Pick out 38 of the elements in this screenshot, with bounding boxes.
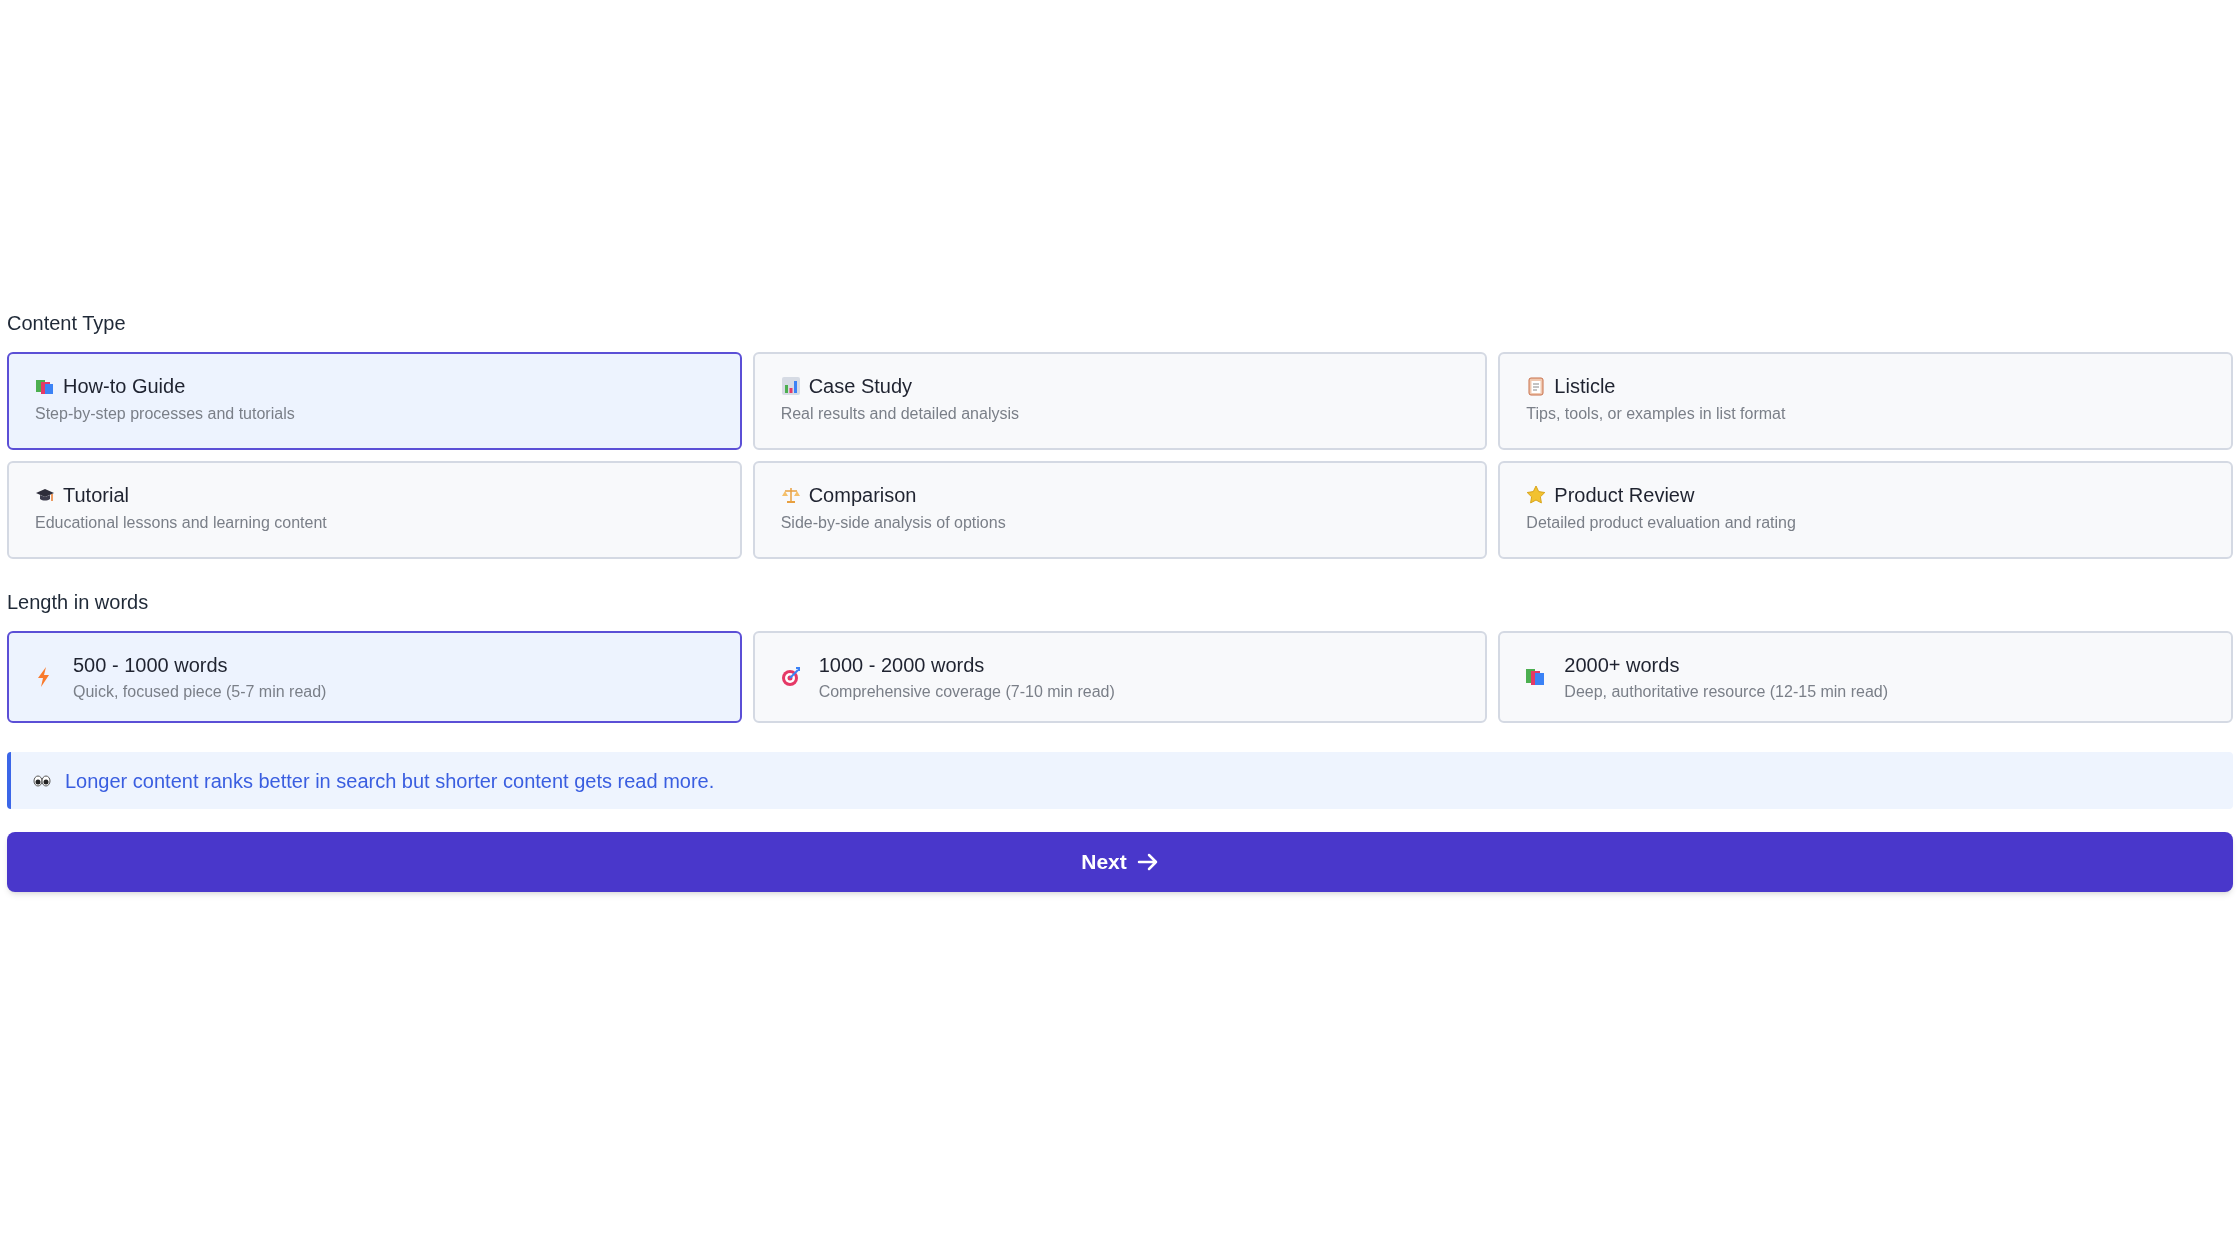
- option-description: Quick, focused piece (5-7 min read): [73, 683, 327, 700]
- balance-scale-icon: [780, 485, 801, 505]
- length-option[interactable]: 500 - 1000 words Quick, focused piece (5-7 min read): [7, 631, 742, 723]
- arrow-right-icon: [1136, 852, 1159, 872]
- content-type-option[interactable]: Comparison Side-by-side analysis of options: [752, 461, 1488, 559]
- content-type-option[interactable]: Case Study Real results and detailed analysis: [752, 352, 1488, 450]
- option-title: How-to Guide: [63, 376, 186, 396]
- option-title: 1000 - 2000 words: [818, 654, 986, 675]
- star-icon: [1526, 485, 1547, 505]
- option-title: Product Review: [1554, 485, 1695, 505]
- option-description: Educational lessons and learning content: [35, 515, 328, 531]
- option-description: Comprehensive coverage (7-10 min read): [818, 683, 1115, 700]
- option-title: Tutorial: [63, 485, 129, 505]
- books-icon: [1524, 666, 1547, 688]
- option-description: Side-by-side analysis of options: [780, 515, 1007, 531]
- option-title: 500 - 1000 words: [73, 654, 229, 675]
- option-description: Deep, authoritative resource (12-15 min read): [1564, 683, 1889, 700]
- length-option[interactable]: 2000+ words Deep, authoritative resource (12-15 min read): [1498, 631, 2233, 723]
- next-button[interactable]: Next: [7, 832, 2233, 892]
- option-title: Listicle: [1554, 376, 1616, 396]
- section-label: Content Type: [7, 311, 127, 336]
- section-label: Length in words: [7, 590, 150, 615]
- eyes-icon: [33, 773, 51, 788]
- content-type-option[interactable]: Listicle Tips, tools, or examples in list format: [1498, 352, 2233, 450]
- option-description: Tips, tools, or examples in list format: [1526, 406, 1787, 422]
- bar-chart-icon: [780, 376, 801, 396]
- option-title: Comparison: [808, 485, 917, 505]
- clipboard-icon: [1526, 376, 1547, 396]
- option-description: Step-by-step processes and tutorials: [35, 406, 296, 422]
- option-title: Case Study: [808, 376, 913, 396]
- content-type-option[interactable]: Tutorial Educational lessons and learning content: [7, 461, 742, 559]
- option-description: Real results and detailed analysis: [780, 406, 1020, 422]
- content-type-option[interactable]: How-to Guide Step-by-step processes and tutorials: [7, 352, 742, 450]
- option-description: Detailed product evaluation and rating: [1526, 515, 1797, 531]
- content-type-option[interactable]: Product Review Detailed product evaluation and rating: [1498, 461, 2233, 559]
- option-title: 2000+ words: [1564, 654, 1681, 675]
- length-option[interactable]: 1000 - 2000 words Comprehensive coverage (7-10 min read): [752, 631, 1488, 723]
- tip-text: Longer content ranks better in search but shorter content gets read more.: [65, 768, 715, 794]
